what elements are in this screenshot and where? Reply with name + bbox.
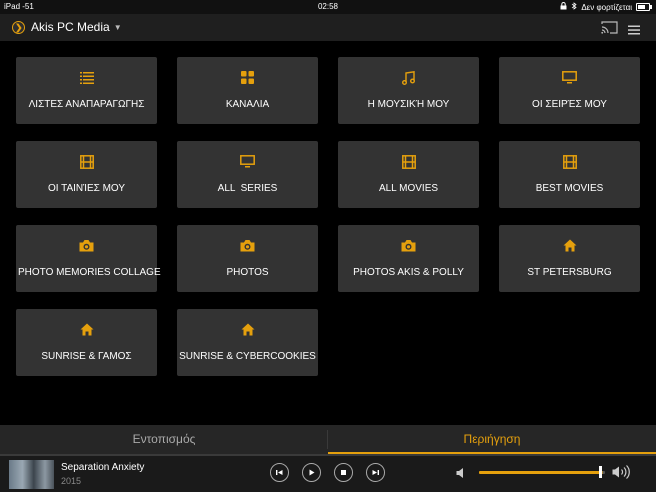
bluetooth-icon	[571, 2, 577, 12]
tile-sunrise-gamos[interactable]: SUNRISE & ΓΑΜΟΣ	[16, 309, 157, 376]
tile-label: SUNRISE & ΓΑΜΟΣ	[41, 351, 132, 362]
tile-my-movies[interactable]: ΟΙ ΤΑΙΝΊΕΣ ΜΟΥ	[16, 141, 157, 208]
tile-music[interactable]: Η ΜΟΥΣΙΚΉ ΜΟΥ	[338, 57, 479, 124]
tile-photos-akis-polly[interactable]: PHOTOS AKIS & POLLY	[338, 225, 479, 292]
previous-button[interactable]	[270, 463, 289, 482]
cast-icon[interactable]	[601, 21, 618, 39]
tile-playlists[interactable]: ΛΙΣΤΕΣ ΑΝΑΠΑΡΑΓΩΓΗΣ	[16, 57, 157, 124]
menu-icon[interactable]	[628, 22, 640, 40]
tile-label: BEST MOVIES	[535, 183, 604, 194]
volume-low-icon	[456, 466, 466, 484]
mini-player: Separation Anxiety 2015	[0, 454, 656, 492]
tile-label: ST PETERSBURG	[527, 267, 612, 278]
tab-browse[interactable]: Περιήγηση	[328, 425, 656, 454]
status-time: 02:58	[317, 2, 339, 11]
tab-locate[interactable]: Εντοπισμός	[0, 425, 328, 454]
album-art[interactable]	[9, 460, 54, 489]
volume-slider-handle[interactable]	[599, 466, 602, 478]
list-icon	[16, 71, 157, 87]
tile-label: PHOTOS	[226, 267, 269, 278]
tile-photos[interactable]: PHOTOS	[177, 225, 318, 292]
chevron-down-icon: ▼	[113, 23, 122, 33]
tile-best-movies[interactable]: BEST MOVIES	[499, 141, 640, 208]
playback-progress	[0, 454, 656, 456]
app-header: Akis PC Media ▼	[0, 14, 656, 41]
track-year: 2015	[61, 476, 82, 486]
film-icon	[338, 155, 479, 171]
tile-label: ΛΙΣΤΕΣ ΑΝΑΠΑΡΑΓΩΓΗΣ	[28, 99, 145, 110]
film-icon	[499, 155, 640, 171]
charging-status: Δεν φορτίζεται	[581, 2, 632, 12]
status-right: Δεν φορτίζεται	[560, 2, 652, 12]
bottom-tab-bar: Εντοπισμός Περιήγηση	[0, 425, 656, 454]
tile-label: ALL MOVIES	[378, 183, 439, 194]
home-icon	[499, 239, 640, 255]
camera-icon	[338, 239, 479, 255]
next-button[interactable]	[366, 463, 385, 482]
server-name: Akis PC Media	[31, 20, 110, 34]
tv-icon	[177, 155, 318, 171]
tile-all-series[interactable]: ALL SERIES	[177, 141, 318, 208]
tile-my-series[interactable]: ΟΙ ΣΕΙΡΈΣ ΜΟΥ	[499, 57, 640, 124]
tile-label: ΚΑΝΑΛΙΑ	[225, 99, 270, 110]
tile-all-movies[interactable]: ALL MOVIES	[338, 141, 479, 208]
tv-icon	[499, 71, 640, 87]
track-title: Separation Anxiety	[61, 462, 145, 473]
grid-icon	[177, 71, 318, 87]
tile-label: ALL SERIES	[217, 183, 278, 194]
tile-channels[interactable]: ΚΑΝΑΛΙΑ	[177, 57, 318, 124]
tile-label: ΟΙ ΤΑΙΝΊΕΣ ΜΟΥ	[47, 183, 126, 194]
camera-icon	[177, 239, 318, 255]
server-selector[interactable]: Akis PC Media ▼	[31, 20, 122, 34]
status-bar: iPad -51 02:58 Δεν φορτίζεται	[0, 0, 656, 14]
battery-icon	[636, 3, 652, 11]
tile-sunrise-cybercookies[interactable]: SUNRISE & CYBERCOOKIES	[177, 309, 318, 376]
home-icon	[177, 323, 318, 339]
tile-label: PHOTOS AKIS & POLLY	[353, 267, 464, 278]
volume-slider[interactable]	[479, 471, 605, 474]
home-icon	[16, 323, 157, 339]
tile-label: ΟΙ ΣΕΙΡΈΣ ΜΟΥ	[532, 99, 607, 110]
film-icon	[16, 155, 157, 171]
plex-logo-icon[interactable]	[12, 21, 25, 34]
tile-photo-memories-collage[interactable]: PHOTO MEMORIES COLLAGE	[16, 225, 161, 292]
volume-high-icon	[612, 464, 632, 485]
stop-button[interactable]	[334, 463, 353, 482]
camera-icon	[16, 239, 157, 255]
music-icon	[338, 70, 479, 87]
tile-st-petersburg[interactable]: ST PETERSBURG	[499, 225, 640, 292]
tile-label: PHOTO MEMORIES COLLAGE	[18, 267, 161, 278]
play-button[interactable]	[302, 463, 321, 482]
lock-icon	[560, 2, 567, 12]
tile-label: Η ΜΟΥΣΙΚΉ ΜΟΥ	[367, 99, 450, 110]
tile-label: SUNRISE & CYBERCOOKIES	[179, 351, 316, 362]
